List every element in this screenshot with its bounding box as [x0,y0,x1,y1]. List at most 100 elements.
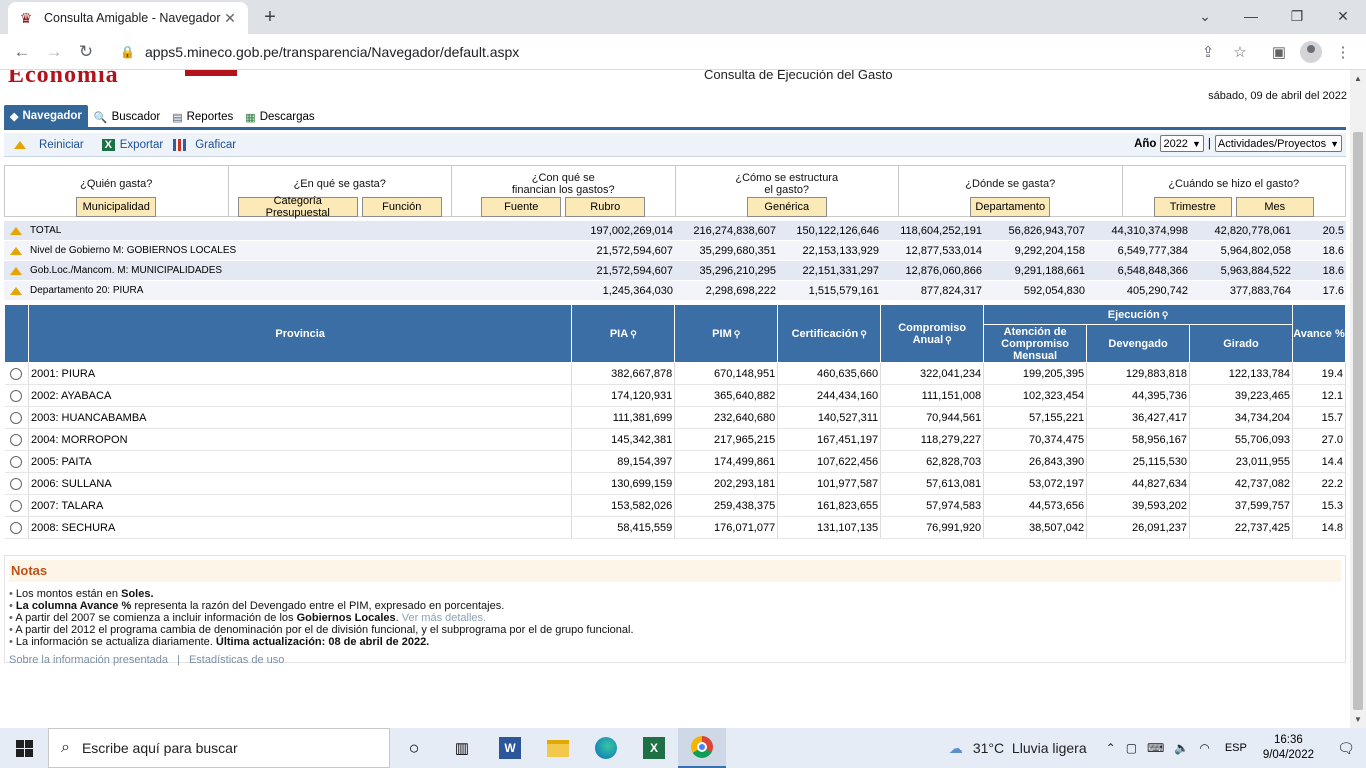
reload-button[interactable]: ↻ [74,40,98,64]
chrome-app-icon[interactable] [678,728,726,768]
ime-icon[interactable]: ⌨ [1147,741,1164,755]
summary-rows: TOTAL 197,002,269,014 216,274,838,607 150,… [4,221,1346,301]
excel-app-icon[interactable]: X [630,728,678,768]
departamento-button[interactable]: Departamento [970,197,1051,217]
cortana-circle-icon[interactable]: ○ [390,728,438,768]
notification-icon[interactable]: 🗨 [1326,740,1366,757]
categoria-presupuestal-button[interactable]: Categoría Presupuestal [237,195,358,219]
minimize-button[interactable]: — [1236,4,1266,28]
task-view-icon[interactable]: ▥ [438,728,486,768]
table-row[interactable]: 2001: PIURA 382,667,878 670,148,951 460,63… [4,362,1347,385]
tab-navegador[interactable]: ◆ Navegador [4,105,88,127]
ver-mas-detalles-link[interactable]: Ver más detalles. [399,612,486,624]
chevron-up-icon[interactable]: ⌃ [1106,741,1116,755]
address-bar[interactable]: 🔒 apps5.mineco.gob.pe/transparencia/Nave… [108,38,1268,66]
row-radio[interactable] [10,477,23,490]
share-icon[interactable]: ⇪ [1197,42,1219,64]
close-window-button[interactable]: ✕ [1328,4,1358,28]
table-row[interactable]: 2007: TALARA 153,582,026 259,438,375 161,8… [4,494,1347,517]
tab-buscador[interactable]: 🔍 Buscador [88,107,166,127]
back-button[interactable]: ← [10,40,34,64]
pia-header[interactable]: PIA ⚲ [571,304,676,363]
taskbar-search[interactable]: ⌕ Escribe aquí para buscar [48,728,390,768]
bookmark-star-icon[interactable]: ☆ [1229,42,1251,64]
windows-start-icon[interactable] [0,728,48,768]
language-indicator[interactable]: ESP [1225,742,1247,754]
rubro-button[interactable]: Rubro [565,197,646,217]
weather-widget[interactable]: ☁ 31°C Lluvia ligera [949,740,1087,757]
collapse-icon[interactable] [10,246,22,255]
filter-icon[interactable]: ⚲ [1162,310,1169,320]
pim-header[interactable]: PIM ⚲ [674,304,779,363]
collapse-icon[interactable] [10,286,22,295]
table-row[interactable]: 2008: SECHURA 58,415,559 176,071,077 131,1… [4,516,1347,539]
sobre-informacion-link[interactable]: Sobre la información presentada [9,654,168,666]
edge-app-icon[interactable] [582,728,630,768]
meet-icon[interactable]: ▢ [1126,741,1137,755]
row-radio[interactable] [10,411,23,424]
mode-select[interactable]: Actividades/Proyectos ▼ [1214,135,1342,152]
clock[interactable]: 16:36 9/04/2022 [1263,733,1314,763]
side-panel-icon[interactable]: ▣ [1268,42,1290,64]
row-radio[interactable] [10,367,23,380]
certificacion-header[interactable]: Certificación ⚲ [777,304,882,363]
table-row[interactable]: 2005: PAITA 89,154,397 174,499,861 107,622… [4,450,1347,473]
exportar-link[interactable]: X Exportar [101,138,163,151]
tab-reportes[interactable]: ▤ Reportes [166,107,239,127]
maximize-button[interactable]: ❐ [1282,4,1312,28]
trimestre-button[interactable]: Trimestre [1153,197,1232,217]
graficar-link[interactable]: Graficar [173,138,236,151]
row-radio[interactable] [10,455,23,468]
taskbar: ⌕ Escribe aquí para buscar ○ ▥ W X ☁ 31°C… [0,728,1366,768]
generica-button[interactable]: Genérica [746,197,827,217]
scrollbar-thumb[interactable] [1353,132,1363,710]
mes-button[interactable]: Mes [1235,197,1314,217]
municipalidad-button[interactable]: Municipalidad [76,197,157,217]
provincia-name: 2003: HUANCABAMBA [28,406,573,429]
filter-icon[interactable]: ⚲ [945,335,952,345]
funcion-button[interactable]: Función [361,197,442,217]
table-row[interactable]: 2003: HUANCABAMBA 111,381,699 232,640,680… [4,406,1347,429]
collapse-icon[interactable] [10,266,22,275]
question-como: ¿Cómo se estructura el gasto? Genérica [676,166,899,217]
word-app-icon[interactable]: W [486,728,534,768]
collapse-icon[interactable] [10,226,22,235]
close-tab-icon[interactable]: ✕ [222,10,238,27]
summary-row-nivel: Nivel de Gobierno M: GOBIERNOS LOCALES 2… [4,241,1346,261]
estadisticas-link[interactable]: Estadísticas de uso [189,654,284,666]
page-scrollbar[interactable]: ▲ ▼ [1350,70,1366,728]
reiniciar-link[interactable]: Reiniciar [14,139,84,151]
table-row[interactable]: 2006: SULLANA 130,699,159 202,293,181 101,… [4,472,1347,495]
ejecucion-header[interactable]: Ejecución ⚲ [983,304,1293,325]
table-row[interactable]: 2002: AYABACA 174,120,931 365,640,882 244,… [4,384,1347,407]
note-item: La columna Avance % representa la razón … [9,600,1345,612]
file-explorer-icon[interactable] [534,728,582,768]
row-radio[interactable] [10,389,23,402]
wifi-icon[interactable]: ◠ [1199,741,1209,755]
filter-icon[interactable]: ⚲ [630,329,637,339]
row-radio[interactable] [10,499,23,512]
scroll-up-icon[interactable]: ▲ [1354,74,1362,83]
row-radio[interactable] [10,433,23,446]
avance-header: Avance % [1291,304,1347,363]
download-icon: ▦ [245,111,256,124]
year-select[interactable]: 2022 ▼ [1160,135,1204,152]
filter-icon[interactable]: ⚲ [734,329,741,339]
profile-avatar[interactable] [1300,41,1322,63]
speaker-icon[interactable]: 🔈 [1174,741,1189,755]
row-radio[interactable] [10,521,23,534]
tab-search-icon[interactable]: ⌄ [1190,4,1220,28]
browser-tab[interactable]: ♛ Consulta Amigable - Navegador ✕ [8,2,248,34]
tab-descargas[interactable]: ▦ Descargas [239,107,320,127]
new-tab-button[interactable]: + [258,5,282,29]
compromiso-anual-header[interactable]: Compromiso Anual ⚲ [880,304,985,363]
table-row[interactable]: 2004: MORROPON 145,342,381 217,965,215 167… [4,428,1347,451]
chevron-down-icon: ▼ [1191,138,1201,149]
filter-icon[interactable]: ⚲ [860,329,867,339]
menu-kebab-icon[interactable]: ⋮ [1332,42,1354,64]
notes-title: Notas [9,560,1341,582]
question-quien: ¿Quién gasta? Municipalidad [5,166,229,217]
forward-button[interactable]: → [42,40,66,64]
fuente-button[interactable]: Fuente [481,197,562,217]
scroll-down-icon[interactable]: ▼ [1354,715,1362,724]
